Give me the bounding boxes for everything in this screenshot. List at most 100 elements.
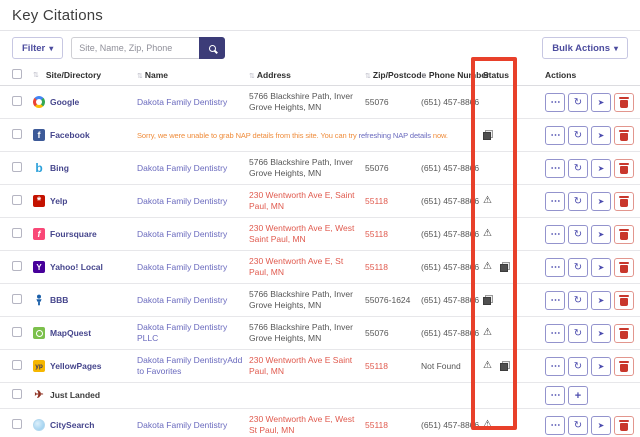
name-link[interactable]: Dakota Family Dentistry — [137, 262, 227, 272]
site-link[interactable]: Foursquare — [50, 229, 97, 240]
sort-icon: ⇅ — [33, 70, 39, 81]
site-link[interactable]: Google — [50, 97, 79, 108]
more-actions-button[interactable]: ⋯ — [545, 416, 565, 435]
trash-icon — [620, 232, 628, 240]
table-row-facebook: fFacebook Sorry, we were unable to grab … — [0, 119, 640, 152]
row-checkbox[interactable] — [12, 419, 22, 429]
more-actions-button[interactable]: ⋯ — [545, 357, 565, 376]
refresh-button[interactable]: ↻ — [568, 324, 588, 343]
delete-button[interactable] — [614, 416, 634, 435]
site-link[interactable]: BBB — [50, 295, 68, 306]
row-checkbox[interactable] — [12, 162, 22, 172]
delete-button[interactable] — [614, 126, 634, 145]
delete-button[interactable] — [614, 324, 634, 343]
phone-cell: (651) 457-8866 — [421, 229, 479, 240]
delete-button[interactable] — [614, 258, 634, 277]
delete-button[interactable] — [614, 357, 634, 376]
bulk-actions-button[interactable]: Bulk Actions ▾ — [542, 37, 628, 59]
site-link[interactable]: CitySearch — [50, 420, 94, 431]
add-citation-button[interactable]: + — [568, 386, 588, 405]
name-link[interactable]: Dakota Family Dentistry — [137, 420, 227, 430]
row-checkbox[interactable] — [12, 228, 22, 238]
table-row-yahoo-local: YYahoo! Local Dakota Family Dentistry 23… — [0, 251, 640, 284]
share-button[interactable]: ➤ — [591, 416, 611, 435]
header-site[interactable]: ⇅Site/Directory — [33, 70, 137, 81]
status-cell: ⚠ — [479, 196, 545, 206]
trash-icon — [620, 100, 628, 108]
more-actions-button[interactable]: ⋯ — [545, 225, 565, 244]
more-actions-button[interactable]: ⋯ — [545, 291, 565, 310]
name-link[interactable]: Dakota Family Dentistry — [137, 163, 227, 173]
header-zip[interactable]: ⇅Zip/Postcode — [365, 70, 421, 82]
delete-button[interactable] — [614, 159, 634, 178]
more-actions-button[interactable]: ⋯ — [545, 93, 565, 112]
site-link[interactable]: MapQuest — [50, 328, 91, 339]
mapquest-icon — [33, 327, 45, 339]
select-all-checkbox[interactable] — [12, 69, 22, 79]
table-row-just-landed: ✈Just Landed ⋯ + — [0, 383, 640, 409]
refresh-button[interactable]: ↻ — [568, 357, 588, 376]
share-button[interactable]: ➤ — [591, 159, 611, 178]
share-button[interactable]: ➤ — [591, 324, 611, 343]
name-link[interactable]: Dakota Family Dentistry — [137, 295, 227, 305]
delete-button[interactable] — [614, 192, 634, 211]
share-arrow-icon: ➤ — [598, 421, 605, 430]
refresh-button[interactable]: ↻ — [568, 126, 588, 145]
header-address[interactable]: ⇅Address — [249, 70, 365, 82]
more-actions-button[interactable]: ⋯ — [545, 386, 565, 405]
site-link[interactable]: Bing — [50, 163, 69, 174]
row-checkbox[interactable] — [12, 389, 22, 399]
row-checkbox[interactable] — [12, 261, 22, 271]
row-checkbox[interactable] — [12, 96, 22, 106]
zip-cell: 55076-1624 — [365, 295, 421, 306]
filter-button[interactable]: Filter ▾ — [12, 37, 63, 59]
more-actions-button[interactable]: ⋯ — [545, 192, 565, 211]
name-link[interactable]: Dakota Family Dentistry — [137, 97, 227, 107]
refresh-button[interactable]: ↻ — [568, 192, 588, 211]
refresh-nap-link[interactable]: refreshing NAP details — [359, 131, 431, 140]
more-actions-button[interactable]: ⋯ — [545, 324, 565, 343]
row-checkbox[interactable] — [12, 360, 22, 370]
site-link[interactable]: Yahoo! Local — [50, 262, 103, 273]
address-cell: 230 Wentworth Ave E Saint Paul, MN — [249, 355, 365, 377]
row-checkbox[interactable] — [12, 129, 22, 139]
refresh-button[interactable]: ↻ — [568, 291, 588, 310]
share-button[interactable]: ➤ — [591, 291, 611, 310]
more-actions-button[interactable]: ⋯ — [545, 159, 565, 178]
site-link[interactable]: YellowPages — [50, 361, 102, 372]
search-input[interactable] — [71, 37, 199, 59]
search-button[interactable] — [199, 37, 225, 59]
address-cell: 230 Wentworth Ave E, West St Paul, MN — [249, 414, 365, 436]
delete-button[interactable] — [614, 225, 634, 244]
row-checkbox[interactable] — [12, 294, 22, 304]
name-link[interactable]: Dakota Family Dentistry — [137, 196, 227, 206]
site-link[interactable]: Facebook — [50, 130, 90, 141]
share-button[interactable]: ➤ — [591, 192, 611, 211]
share-button[interactable]: ➤ — [591, 258, 611, 277]
warning-icon: ⚠ — [483, 196, 492, 206]
refresh-button[interactable]: ↻ — [568, 258, 588, 277]
table-row-google: Google Dakota Family Dentistry 5766 Blac… — [0, 86, 640, 119]
refresh-button[interactable]: ↻ — [568, 159, 588, 178]
share-button[interactable]: ➤ — [591, 126, 611, 145]
share-button[interactable]: ➤ — [591, 357, 611, 376]
refresh-button[interactable]: ↻ — [568, 93, 588, 112]
site-link[interactable]: Yelp — [50, 196, 67, 207]
yahoo-icon: Y — [33, 261, 45, 273]
delete-button[interactable] — [614, 93, 634, 112]
refresh-button[interactable]: ↻ — [568, 225, 588, 244]
more-actions-button[interactable]: ⋯ — [545, 126, 565, 145]
delete-button[interactable] — [614, 291, 634, 310]
share-button[interactable]: ➤ — [591, 225, 611, 244]
name-link[interactable]: Dakota Family DentistryAdd to Favorites — [137, 355, 242, 376]
header-phone[interactable]: ⇅Phone Number — [421, 70, 479, 82]
share-button[interactable]: ➤ — [591, 93, 611, 112]
row-checkbox[interactable] — [12, 195, 22, 205]
name-link[interactable]: Dakota Family Dentistry PLLC — [137, 322, 227, 343]
row-checkbox[interactable] — [12, 327, 22, 337]
name-link[interactable]: Dakota Family Dentistry — [137, 229, 227, 239]
more-actions-button[interactable]: ⋯ — [545, 258, 565, 277]
phone-cell: (651) 457-8866 — [421, 196, 479, 207]
refresh-button[interactable]: ↻ — [568, 416, 588, 435]
header-name[interactable]: ⇅Name — [137, 70, 249, 82]
